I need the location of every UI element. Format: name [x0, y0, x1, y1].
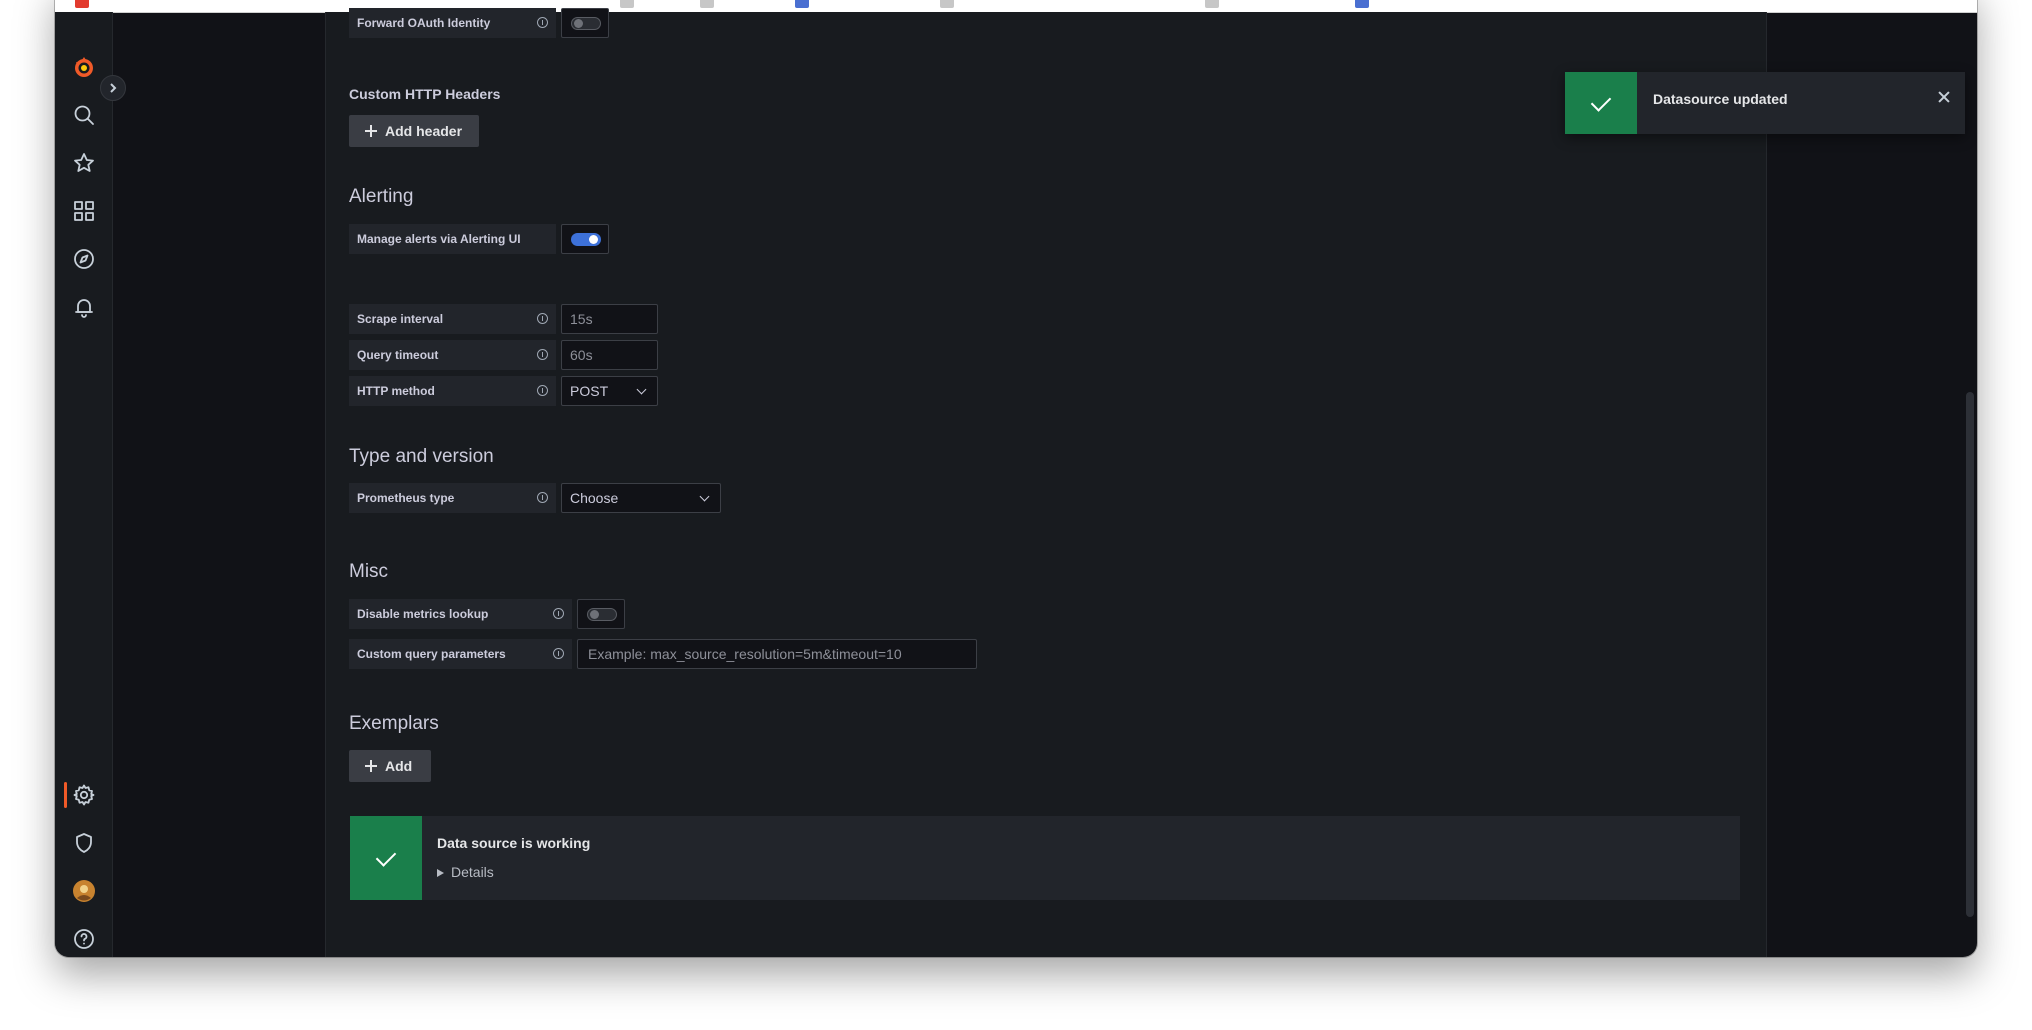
alerting-section-title: Alerting	[349, 186, 414, 207]
chevron-right-icon	[110, 83, 117, 93]
info-icon[interactable]	[537, 313, 548, 324]
user-avatar[interactable]	[71, 878, 97, 904]
http-method-label: HTTP method	[349, 376, 556, 406]
bookmark-icon[interactable]	[1205, 0, 1219, 8]
info-icon[interactable]	[553, 648, 564, 659]
type-version-section-title: Type and version	[349, 446, 494, 467]
custom-query-input[interactable]: Example: max_source_resolution=5m&timeou…	[577, 639, 977, 669]
dashboards-icon[interactable]	[71, 198, 97, 224]
plus-icon	[365, 760, 377, 772]
exemplars-section-title: Exemplars	[349, 713, 439, 734]
info-icon[interactable]	[537, 17, 548, 28]
details-toggle[interactable]: Details	[437, 864, 494, 880]
custom-query-label: Custom query parameters	[349, 639, 572, 669]
configuration-gear-icon[interactable]	[71, 782, 97, 808]
bookmark-icon[interactable]	[940, 0, 954, 8]
datasource-status-alert: Data source is working Details	[350, 816, 1740, 900]
manage-alerts-toggle[interactable]	[561, 224, 609, 254]
add-header-button[interactable]: Add header	[349, 115, 479, 147]
status-title: Data source is working	[437, 835, 591, 851]
scrape-interval-label: Scrape interval	[349, 304, 556, 334]
scrape-interval-input[interactable]: 15s	[561, 304, 658, 334]
disable-metrics-label: Disable metrics lookup	[349, 599, 572, 629]
side-navigation	[55, 12, 113, 957]
forward-oauth-toggle[interactable]	[561, 8, 609, 38]
bookmark-icon[interactable]	[795, 0, 809, 8]
caret-right-icon	[437, 869, 444, 877]
add-exemplar-button[interactable]: Add	[349, 750, 431, 782]
close-icon[interactable]	[1937, 90, 1951, 104]
bookmark-icon[interactable]	[75, 0, 89, 8]
toast-message: Datasource updated	[1653, 91, 1788, 107]
toggle-switch[interactable]	[587, 608, 617, 621]
manage-alerts-label: Manage alerts via Alerting UI	[349, 224, 556, 254]
expand-menu-button[interactable]	[100, 75, 126, 101]
grafana-logo-icon[interactable]	[71, 54, 97, 80]
bookmark-icon[interactable]	[700, 0, 714, 8]
query-timeout-input[interactable]: 60s	[561, 340, 658, 370]
notification-toast: Datasource updated	[1565, 72, 1965, 134]
page-scrollbar[interactable]	[1966, 392, 1974, 917]
bookmark-icon[interactable]	[1355, 0, 1369, 8]
query-timeout-label: Query timeout	[349, 340, 556, 370]
chevron-down-icon	[699, 491, 710, 502]
server-admin-shield-icon[interactable]	[71, 830, 97, 856]
chevron-down-icon	[636, 384, 647, 395]
prometheus-type-label: Prometheus type	[349, 483, 556, 513]
toggle-switch[interactable]	[571, 17, 601, 30]
prometheus-type-select[interactable]: Choose	[561, 483, 721, 513]
help-icon[interactable]	[71, 926, 97, 952]
info-icon[interactable]	[553, 608, 564, 619]
success-indicator	[350, 816, 422, 900]
bookmark-icon[interactable]	[620, 0, 634, 8]
toggle-switch[interactable]	[571, 233, 601, 246]
check-icon	[375, 845, 397, 867]
success-indicator	[1565, 72, 1637, 134]
search-icon[interactable]	[71, 102, 97, 128]
info-icon[interactable]	[537, 385, 548, 396]
info-icon[interactable]	[537, 492, 548, 503]
misc-section-title: Misc	[349, 561, 389, 582]
check-icon	[1590, 90, 1612, 112]
plus-icon	[365, 125, 377, 137]
http-method-select[interactable]: POST	[561, 376, 658, 406]
explore-icon[interactable]	[71, 246, 97, 272]
star-icon[interactable]	[71, 150, 97, 176]
alerting-bell-icon[interactable]	[71, 294, 97, 320]
forward-oauth-label: Forward OAuth Identity	[349, 8, 556, 38]
info-icon[interactable]	[537, 349, 548, 360]
custom-headers-title: Custom HTTP Headers	[349, 86, 501, 102]
active-nav-indicator	[64, 782, 67, 808]
disable-metrics-toggle[interactable]	[577, 599, 625, 629]
